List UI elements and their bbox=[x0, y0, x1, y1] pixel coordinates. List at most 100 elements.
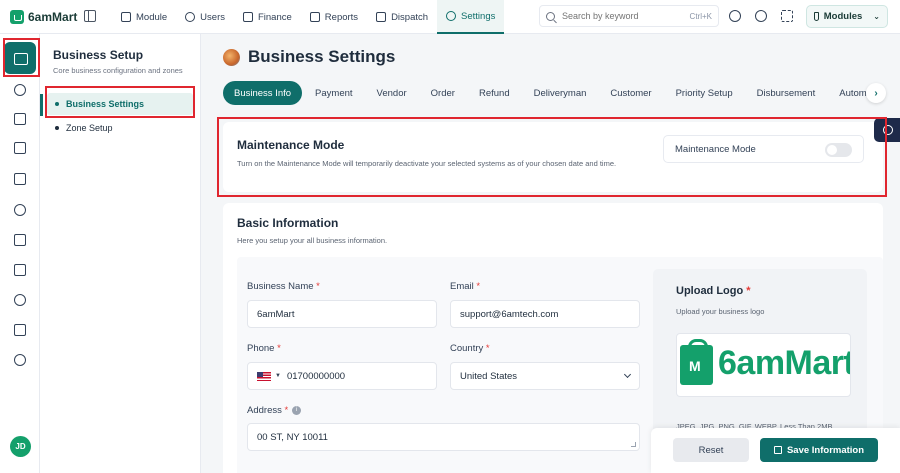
maintenance-card: Maintenance Mode Turn on the Maintenance… bbox=[223, 122, 883, 192]
plug-icon[interactable] bbox=[14, 294, 26, 306]
nav-label: Finance bbox=[257, 11, 292, 23]
reset-button[interactable]: Reset bbox=[673, 438, 749, 462]
top-nav: Module Users Finance Reports Dispatch Se… bbox=[112, 0, 505, 34]
us-flag-icon[interactable] bbox=[257, 371, 271, 381]
bullet-icon bbox=[55, 126, 59, 130]
settings-tabs: Business Info Payment Vendor Order Refun… bbox=[223, 81, 893, 105]
field-value: 01700000000 bbox=[286, 370, 346, 382]
submenu-description: Core business configuration and zones bbox=[53, 66, 183, 75]
upload-logo-description: Upload your business logo bbox=[676, 307, 765, 316]
chevron-down-icon: ⌄ bbox=[873, 12, 880, 21]
tab-business-info[interactable]: Business Info bbox=[223, 81, 303, 105]
nav-users[interactable]: Users bbox=[176, 0, 234, 34]
search-box[interactable]: Ctrl+K bbox=[539, 5, 719, 27]
tab-payment[interactable]: Payment bbox=[304, 81, 364, 105]
label-text: Address bbox=[247, 405, 282, 416]
business-name-field[interactable]: 6amMart bbox=[247, 300, 437, 328]
business-globe-icon bbox=[223, 48, 240, 66]
expand-icon[interactable] bbox=[781, 10, 793, 22]
modules-button[interactable]: Modules ⌄ bbox=[806, 5, 888, 28]
nav-dispatch[interactable]: Dispatch bbox=[367, 0, 437, 34]
nav-label: Settings bbox=[461, 10, 496, 22]
business-setup-rail-button[interactable] bbox=[4, 42, 36, 74]
submenu-item-zone-setup[interactable]: Zone Setup bbox=[47, 117, 193, 139]
phone-field[interactable]: ▼ 01700000000 bbox=[247, 362, 437, 390]
email-field[interactable]: support@6amtech.com bbox=[450, 300, 640, 328]
chevron-down-icon bbox=[623, 370, 632, 379]
chat-icon[interactable] bbox=[755, 10, 767, 22]
nav-label: Dispatch bbox=[391, 11, 429, 23]
avatar[interactable]: JD bbox=[10, 436, 31, 457]
basic-info-description: Here you setup your all business informa… bbox=[237, 236, 388, 245]
dispatch-icon bbox=[376, 12, 387, 22]
logo-upload-area[interactable]: M 6amMart bbox=[676, 333, 851, 397]
required-mark: * bbox=[316, 281, 320, 292]
gear-icon[interactable] bbox=[14, 204, 26, 216]
mail-icon[interactable] bbox=[14, 264, 26, 276]
tab-vendor[interactable]: Vendor bbox=[366, 81, 418, 105]
active-indicator bbox=[40, 94, 43, 116]
maintenance-toggle-switch[interactable] bbox=[825, 143, 852, 157]
card-icon[interactable] bbox=[14, 113, 26, 125]
chevron-down-icon: ▼ bbox=[275, 373, 281, 379]
money-icon[interactable] bbox=[14, 142, 26, 154]
chart-icon bbox=[309, 12, 320, 22]
tab-customer[interactable]: Customer bbox=[599, 81, 662, 105]
globe-icon[interactable] bbox=[729, 10, 741, 22]
brand-name: 6amMart bbox=[28, 10, 78, 24]
image-icon[interactable] bbox=[14, 324, 26, 336]
field-value: 00 ST, NY 10011 bbox=[257, 431, 328, 443]
address-textarea[interactable]: 00 ST, NY 10011 bbox=[247, 423, 640, 451]
nav-label: Reports bbox=[324, 11, 359, 23]
upload-logo-title: Upload Logo * bbox=[676, 285, 751, 297]
document-icon[interactable] bbox=[14, 173, 26, 185]
nav-settings[interactable]: Settings bbox=[437, 0, 505, 34]
modules-icon[interactable] bbox=[14, 84, 26, 96]
tabs-next-button[interactable]: › bbox=[866, 83, 886, 103]
label-text: Country bbox=[450, 343, 484, 354]
nav-reports[interactable]: Reports bbox=[301, 0, 367, 34]
submenu-panel: Business Setup Core business configurati… bbox=[40, 34, 201, 473]
cart-icon bbox=[814, 12, 819, 21]
maintenance-toggle-box[interactable]: Maintenance Mode bbox=[663, 135, 864, 163]
resize-handle-icon[interactable] bbox=[631, 442, 636, 447]
save-information-button[interactable]: Save Information bbox=[760, 438, 878, 462]
nav-label: Module bbox=[136, 11, 168, 23]
save-icon bbox=[773, 446, 782, 454]
brand-logo[interactable]: 6amMart bbox=[10, 8, 77, 26]
search-input[interactable] bbox=[562, 11, 690, 21]
nav-finance[interactable]: Finance bbox=[234, 0, 301, 34]
country-select[interactable]: United States bbox=[450, 362, 640, 390]
chevron-right-icon: › bbox=[874, 87, 878, 99]
top-navbar: 6amMart Module Users Finance Reports Dis… bbox=[0, 0, 900, 34]
required-mark: * bbox=[746, 285, 751, 297]
nav-module[interactable]: Module bbox=[112, 0, 176, 34]
required-mark: * bbox=[476, 281, 481, 292]
maintenance-toggle-label: Maintenance Mode bbox=[675, 143, 756, 155]
maintenance-description: Turn on the Maintenance Mode will tempor… bbox=[237, 159, 617, 168]
sidebar-toggle-icon[interactable] bbox=[84, 10, 96, 22]
tab-deliveryman[interactable]: Deliveryman bbox=[523, 81, 598, 105]
search-shortcut: Ctrl+K bbox=[689, 11, 712, 21]
required-mark: * bbox=[284, 405, 289, 416]
info-icon[interactable]: i bbox=[292, 405, 302, 415]
main-content: Business Settings Business Info Payment … bbox=[201, 34, 900, 473]
lock-icon[interactable] bbox=[14, 234, 26, 246]
top-icons bbox=[729, 10, 793, 22]
maintenance-title: Maintenance Mode bbox=[237, 138, 345, 152]
settings-drawer-tab[interactable] bbox=[874, 118, 900, 142]
bag-logo-icon: M bbox=[680, 339, 713, 385]
submenu-item-label: Zone Setup bbox=[66, 123, 113, 133]
bullet-icon bbox=[55, 102, 59, 106]
basic-info-title: Basic Information bbox=[237, 216, 339, 230]
tab-refund[interactable]: Refund bbox=[468, 81, 521, 105]
label-text: Email bbox=[450, 281, 474, 292]
tab-order[interactable]: Order bbox=[420, 81, 466, 105]
tab-priority-setup[interactable]: Priority Setup bbox=[665, 81, 744, 105]
label-text: Phone bbox=[247, 343, 275, 354]
submenu-item-business-settings[interactable]: Business Settings bbox=[47, 93, 193, 115]
required-mark: * bbox=[277, 343, 281, 354]
database-icon[interactable] bbox=[14, 354, 26, 366]
tab-disbursement[interactable]: Disbursement bbox=[746, 81, 827, 105]
icon-rail: JD bbox=[0, 34, 40, 473]
